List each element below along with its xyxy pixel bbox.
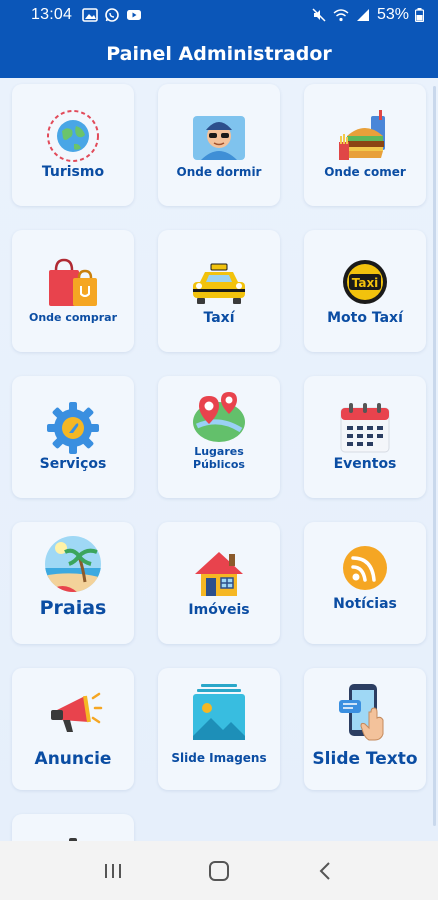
scrollbar[interactable] [433, 86, 436, 826]
tile-label: Turismo [41, 164, 105, 180]
tile-imoveis[interactable]: Imóveis [158, 522, 280, 644]
gear-icon [43, 398, 103, 458]
tile-label: Serviços [39, 456, 107, 472]
tile-label: Eventos [333, 456, 397, 472]
tile-lugares-publicos[interactable]: Lugares Públicos [158, 376, 280, 498]
tile-praias[interactable]: Praias [12, 522, 134, 644]
tile-onde-comer[interactable]: Onde comer [304, 84, 426, 206]
tile-noticias[interactable]: Notícias [304, 522, 426, 644]
app-bar: Painel Administrador [0, 30, 438, 78]
tile-label: Anuncie [34, 749, 112, 769]
back-button[interactable] [305, 851, 345, 891]
home-button[interactable] [199, 851, 239, 891]
tile-label: Imóveis [188, 602, 250, 618]
status-bar: 13:04 53% [0, 0, 438, 30]
tile-slide-texto[interactable]: Slide Texto [304, 668, 426, 790]
tile-label: Taxí [203, 310, 235, 326]
image-slide-icon [189, 684, 249, 744]
recent-apps-button[interactable] [93, 851, 133, 891]
gallery-notification-icon [82, 8, 98, 22]
mute-icon [311, 8, 327, 22]
system-nav-bar [0, 841, 438, 900]
tile-anuncie[interactable]: Anuncie [12, 668, 134, 790]
taxi-car-icon [189, 252, 249, 312]
page-title: Painel Administrador [106, 43, 332, 65]
taxi-badge-icon: Taxi [335, 252, 395, 312]
tile-slide-imagens[interactable]: Slide Imagens [158, 668, 280, 790]
rss-icon [335, 538, 395, 598]
tile-label: Lugares Públicos [193, 445, 245, 471]
tile-onde-comprar[interactable]: Onde comprar [12, 230, 134, 352]
admin-menu-grid[interactable]: Turismo Onde dormir Onde comer Onde comp… [0, 78, 438, 841]
wifi-icon [333, 8, 349, 22]
tile-turismo[interactable]: Turismo [12, 84, 134, 206]
tile-label: Slide Imagens [171, 751, 267, 765]
battery-icon [415, 8, 424, 22]
svg-text:Taxi: Taxi [352, 276, 379, 290]
map-pins-icon [189, 386, 249, 446]
calendar-icon [335, 398, 395, 458]
food-icon [335, 106, 395, 166]
tile-label: Notícias [333, 596, 397, 612]
globe-icon [43, 106, 103, 166]
tile-taxi[interactable]: Taxí [158, 230, 280, 352]
tile-label: Onde dormir [176, 165, 262, 179]
status-time: 13:04 [31, 6, 73, 23]
tile-label: Onde comer [324, 165, 406, 179]
signal-icon [355, 8, 371, 22]
phone-chat-icon [335, 682, 395, 742]
youtube-icon [126, 8, 142, 22]
megaphone-icon [43, 682, 103, 742]
beach-icon [43, 534, 103, 594]
tile-more[interactable] [12, 814, 134, 841]
sleeping-person-icon [189, 106, 249, 166]
tile-label: Slide Texto [312, 749, 418, 769]
shopping-bags-icon [43, 252, 103, 312]
tile-label: Moto Taxí [327, 310, 403, 326]
tile-onde-dormir[interactable]: Onde dormir [158, 84, 280, 206]
house-icon [189, 544, 249, 604]
tile-label: Onde comprar [28, 311, 118, 324]
partial-icon [43, 834, 103, 841]
tile-servicos[interactable]: Serviços [12, 376, 134, 498]
tile-eventos[interactable]: Eventos [304, 376, 426, 498]
whatsapp-icon [104, 8, 120, 22]
battery-percent: 53% [376, 6, 409, 23]
tile-label: Praias [39, 597, 107, 619]
tile-moto-taxi[interactable]: Taxi Moto Taxí [304, 230, 426, 352]
